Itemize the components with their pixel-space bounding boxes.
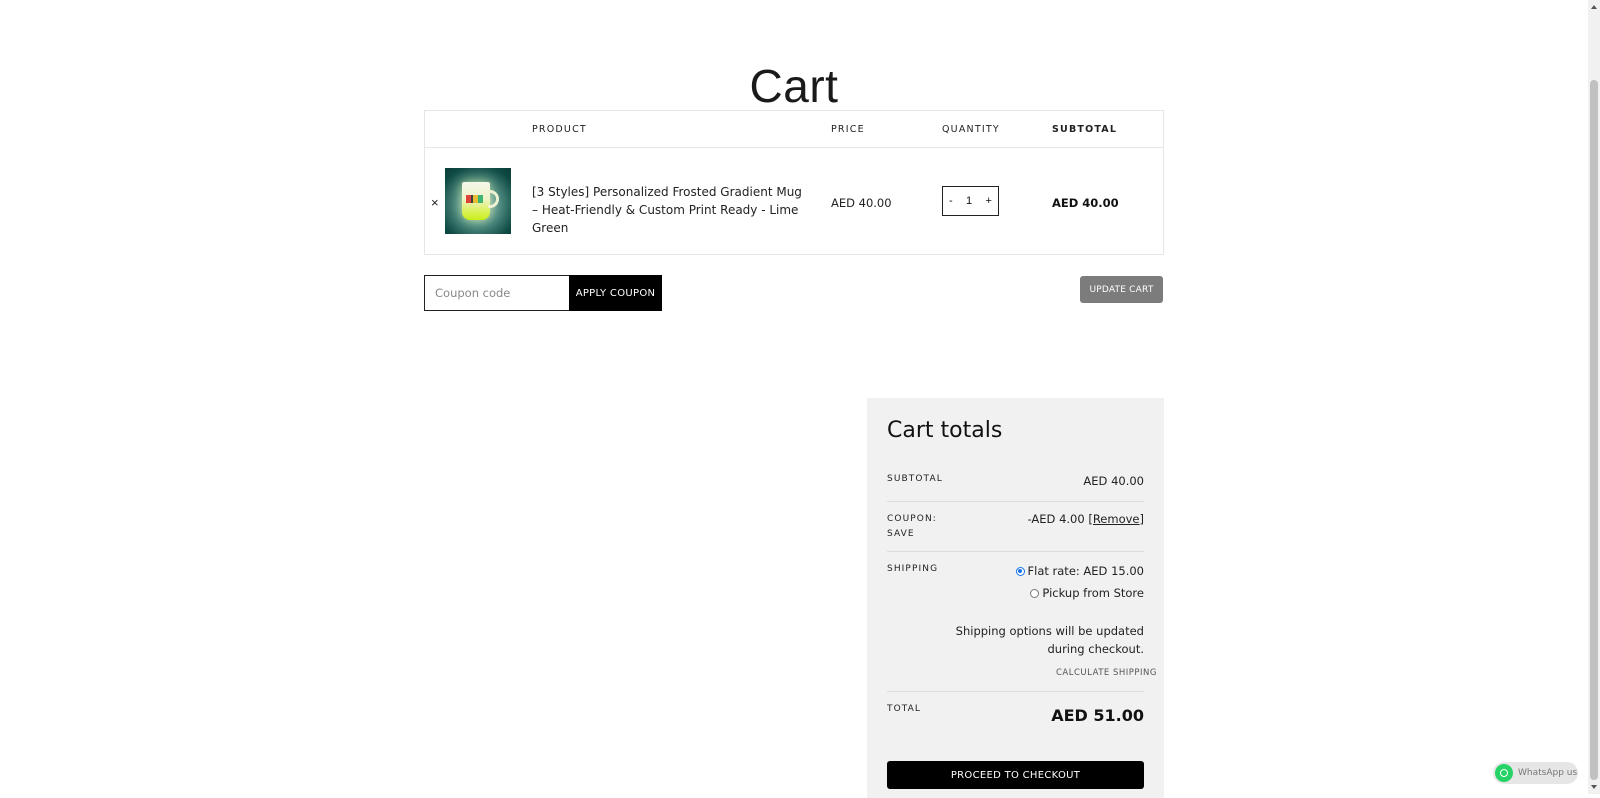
quantity-value[interactable]: 1 xyxy=(966,195,972,207)
scroll-down-arrow-icon[interactable] xyxy=(1591,785,1597,789)
apply-coupon-button[interactable]: APPLY COUPON xyxy=(569,275,662,311)
shipping-option-flat-rate[interactable]: Flat rate: AED 15.00 xyxy=(1015,564,1144,578)
quantity-column-header: QUANTITY xyxy=(942,124,1000,135)
coupon-row: COUPON: SAVE -AED 4.00 [Remove] xyxy=(887,502,1144,552)
mug-print-graphic xyxy=(466,195,483,203)
page-title: Cart xyxy=(749,59,839,112)
scrollbar-thumb[interactable] xyxy=(1590,80,1598,780)
subtotal-row: SUBTOTAL AED 40.00 xyxy=(887,468,1144,502)
cart-totals-panel: Cart totals SUBTOTAL AED 40.00 COUPON: S… xyxy=(867,398,1164,798)
coupon-label-title: COUPON: xyxy=(887,514,937,524)
subtotal-column-header: SUBTOTAL xyxy=(1052,124,1118,135)
subtotal-value: AED 40.00 xyxy=(1083,474,1144,488)
coupon-label: COUPON: SAVE xyxy=(887,512,937,542)
coupon-value: -AED 4.00 [Remove] xyxy=(1028,512,1144,526)
pickup-radio[interactable] xyxy=(1030,588,1040,598)
whatsapp-label: WhatsApp us xyxy=(1518,768,1578,778)
remove-item-icon[interactable]: × xyxy=(431,195,439,210)
total-label: TOTAL xyxy=(887,704,922,714)
coupon-code-input[interactable] xyxy=(424,275,570,311)
coupon-code-name: SAVE xyxy=(887,529,915,539)
calculate-shipping-link[interactable]: CALCULATE SHIPPING xyxy=(1056,668,1157,678)
shipping-label: SHIPPING xyxy=(887,564,939,574)
remove-coupon-link[interactable]: [Remove] xyxy=(1088,512,1144,526)
shipping-row: SHIPPING Flat rate: AED 15.00 Pickup fro… xyxy=(887,552,1157,692)
whatsapp-icon xyxy=(1495,764,1513,782)
whatsapp-chat-button[interactable]: WhatsApp us xyxy=(1493,762,1578,784)
flat-rate-label: Flat rate: AED 15.00 xyxy=(1027,564,1144,578)
quantity-stepper[interactable]: - 1 + xyxy=(942,186,999,216)
increase-quantity-button[interactable]: + xyxy=(986,195,992,207)
subtotal-label: SUBTOTAL xyxy=(887,474,943,484)
total-value: AED 51.00 xyxy=(1051,706,1144,725)
pickup-label: Pickup from Store xyxy=(1042,586,1144,600)
cart-table-header: PRODUCT PRICE QUANTITY SUBTOTAL xyxy=(425,111,1163,148)
cart-totals-title: Cart totals xyxy=(887,418,1003,443)
proceed-to-checkout-button[interactable]: PROCEED TO CHECKOUT xyxy=(887,761,1144,789)
product-thumbnail[interactable] xyxy=(445,168,511,234)
shipping-note: Shipping options will be updated during … xyxy=(955,624,1144,656)
flat-rate-radio[interactable] xyxy=(1015,566,1025,576)
update-cart-button[interactable]: UPDATE CART xyxy=(1080,276,1163,303)
cart-table: PRODUCT PRICE QUANTITY SUBTOTAL × [3 Sty… xyxy=(424,110,1164,255)
page-scrollbar[interactable] xyxy=(1588,0,1600,794)
decrease-quantity-button[interactable]: - xyxy=(949,195,953,207)
item-subtotal: AED 40.00 xyxy=(1052,196,1119,210)
coupon-discount: -AED 4.00 xyxy=(1027,512,1085,526)
product-price: AED 40.00 xyxy=(831,196,892,210)
shipping-option-pickup[interactable]: Pickup from Store xyxy=(1030,586,1144,600)
total-row: TOTAL AED 51.00 xyxy=(887,692,1144,740)
mug-handle-shape xyxy=(488,190,499,208)
product-column-header: PRODUCT xyxy=(532,124,587,135)
price-column-header: PRICE xyxy=(831,124,865,135)
product-name-link[interactable]: [3 Styles] Personalized Frosted Gradient… xyxy=(532,183,802,237)
scroll-up-arrow-icon[interactable] xyxy=(1591,5,1597,9)
